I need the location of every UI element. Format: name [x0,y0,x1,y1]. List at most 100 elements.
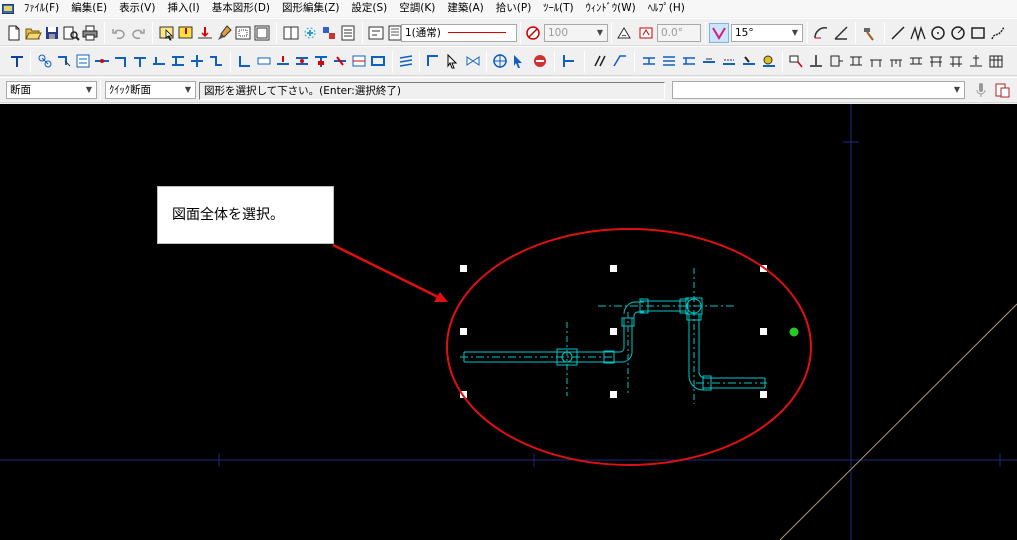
annot-2-icon[interactable] [807,52,825,70]
fitting-8-icon[interactable] [369,52,387,70]
dim-2-icon[interactable] [660,52,678,70]
annot-3-icon[interactable] [827,52,845,70]
menu-edit[interactable]: 編集(E) [65,0,113,17]
break-angle-icon[interactable] [611,52,629,70]
pipe-reducer-icon[interactable] [169,52,187,70]
app-icon[interactable] [1,2,15,16]
slope-icon[interactable] [397,52,415,70]
no-entry-icon[interactable] [531,52,549,70]
point-select-icon[interactable] [196,24,214,42]
arc-icon[interactable] [949,24,967,42]
fitting-5-icon[interactable] [312,52,330,70]
split-view-icon[interactable] [282,24,300,42]
circle-icon[interactable] [929,24,947,42]
match-props-icon[interactable] [367,24,385,42]
pipe-cross-icon[interactable] [188,52,206,70]
layer-star-icon[interactable] [301,24,319,42]
text-angle-icon[interactable] [637,24,655,42]
cursor-pipe-icon[interactable] [444,52,462,70]
snap-angle-icon[interactable] [709,23,729,43]
warning-select-icon[interactable] [177,24,195,42]
measure-angle-icon[interactable] [832,24,850,42]
menu-hvac[interactable]: 空調(K) [393,0,441,17]
weight-combo[interactable]: 100 ▼ [544,24,608,42]
zoom-window-icon[interactable] [234,24,252,42]
quick-section-combo[interactable]: ｸｲｯｸ断面 ▼ [105,81,196,99]
dim-7-icon[interactable] [760,52,778,70]
menu-takeoff[interactable]: 拾い(P) [490,0,538,17]
dim-4-icon[interactable] [700,52,718,70]
rotate-angle-icon[interactable] [615,24,633,42]
menu-architecture[interactable]: 建築(A) [441,0,489,17]
select-window-icon[interactable] [158,24,176,42]
annot-7-icon[interactable] [907,52,925,70]
valve-icon[interactable] [464,52,482,70]
layer-combo[interactable]: 断面 ▼ [6,81,97,99]
fitting-7-icon[interactable] [350,52,368,70]
snap-angle-combo[interactable]: 15° ▼ [731,24,803,42]
pipe-level-icon[interactable] [560,52,578,70]
menu-help[interactable]: ﾍﾙﾌﾟ(H) [642,0,691,17]
open-folder-icon[interactable] [24,24,42,42]
hammer-icon[interactable] [860,24,878,42]
rectangle-icon[interactable] [969,24,987,42]
layer-list-icon[interactable] [339,24,357,42]
pipe-elbow-icon[interactable] [112,52,130,70]
dim-6-icon[interactable] [740,52,758,70]
pipe-tee-icon[interactable] [150,52,168,70]
annot-9-icon[interactable] [947,52,965,70]
menu-insert[interactable]: 挿入(I) [161,0,205,17]
dim-1-icon[interactable] [640,52,658,70]
pipe-list-icon[interactable] [74,52,92,70]
fitting-2-icon[interactable] [255,52,273,70]
microphone-icon[interactable] [972,81,990,99]
clipboard-icon[interactable] [993,81,1011,99]
layer-color-icon[interactable] [320,24,338,42]
menu-window[interactable]: ｳｨﾝﾄﾞｳ(W) [580,0,642,17]
annot-1-icon[interactable] [787,52,805,70]
line-icon[interactable] [889,24,907,42]
menu-basic-shapes[interactable]: 基本図形(D) [206,0,276,17]
menu-view[interactable]: 表示(V) [113,0,161,17]
command-combo[interactable]: ▼ [672,81,965,99]
target-icon[interactable] [491,52,509,70]
print-preview-icon[interactable] [62,24,80,42]
menu-tools[interactable]: ﾂｰﾙ(T) [537,0,579,17]
polyline-icon[interactable] [909,24,927,42]
dim-5-icon[interactable] [720,52,738,70]
spline-icon[interactable] [989,24,1007,42]
menu-settings[interactable]: 設定(S) [345,0,393,17]
annot-4-icon[interactable] [847,52,865,70]
fitting-1-icon[interactable] [236,52,254,70]
annot-6-icon[interactable] [887,52,905,70]
annot-11-icon[interactable] [987,52,1005,70]
pipe-branch-icon[interactable] [131,52,149,70]
save-icon[interactable] [43,24,61,42]
zoom-extents-icon[interactable] [253,24,271,42]
drawing-canvas[interactable]: 図面全体を選択。 [0,104,1017,540]
line-type-combo[interactable]: 1(通常) [401,24,517,42]
annot-10-icon[interactable] [967,52,985,70]
pipe-join-icon[interactable] [93,52,111,70]
base-point-grip[interactable] [789,327,799,337]
brush-icon[interactable] [215,24,233,42]
no-weight-icon[interactable] [524,24,542,42]
break-icon[interactable] [591,52,609,70]
redo-icon[interactable] [129,24,147,42]
print-icon[interactable] [81,24,99,42]
pipe-select-icon[interactable] [55,52,73,70]
riser-icon[interactable] [424,52,442,70]
annot-8-icon[interactable] [927,52,945,70]
undo-icon[interactable] [110,24,128,42]
dim-3-icon[interactable] [680,52,698,70]
annot-5-icon[interactable] [867,52,885,70]
duct-route-icon[interactable] [8,52,26,70]
fitting-4-icon[interactable] [293,52,311,70]
angle-field[interactable]: 0.0° [657,24,701,42]
menu-file[interactable]: ﾌｧｲﾙ(F) [18,0,65,17]
fitting-6-icon[interactable] [331,52,349,70]
menu-shape-edit[interactable]: 図形編集(Z) [276,0,345,17]
pointer-select-icon[interactable] [511,52,529,70]
new-file-icon[interactable] [5,24,23,42]
pipe-drawing[interactable] [460,268,767,404]
